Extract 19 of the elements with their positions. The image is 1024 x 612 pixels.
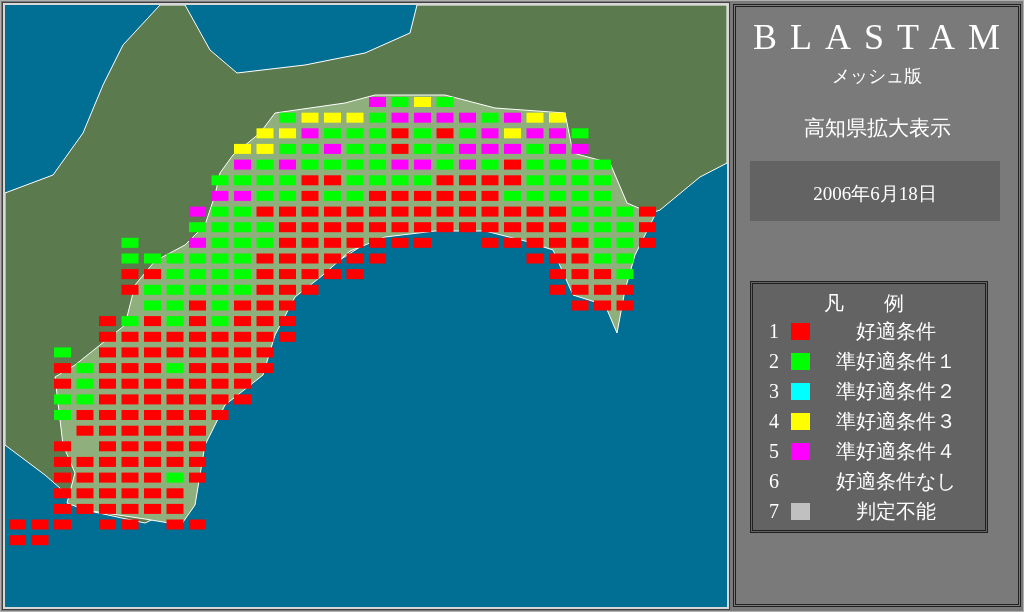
date-label: 2006年6月18日 (813, 182, 937, 206)
legend-label: 準好適条件２ (834, 379, 957, 403)
subtitle: メッシュ版 (832, 65, 922, 87)
legend-number: 5 (769, 439, 780, 463)
view-label: 高知県拡大表示 (803, 115, 951, 141)
legend-number: 3 (769, 379, 780, 403)
legend-label: 準好適条件１ (834, 349, 957, 373)
legend-label: 判定不能 (854, 499, 937, 523)
legend-label: 準好適条件４ (834, 439, 957, 463)
legend-number: 2 (769, 349, 780, 373)
app-title: BLASTAM (752, 17, 1014, 57)
legend-number: 6 (769, 469, 780, 493)
legend-label: 好適条件 (854, 319, 937, 343)
legend-label: 準好適条件３ (834, 409, 957, 433)
legend-heading: 凡 例 (823, 291, 905, 316)
legend-number: 4 (769, 409, 780, 433)
legend-label: 好適条件なし (834, 469, 957, 493)
legend-number: 1 (769, 319, 780, 343)
legend-number: 7 (769, 499, 780, 523)
